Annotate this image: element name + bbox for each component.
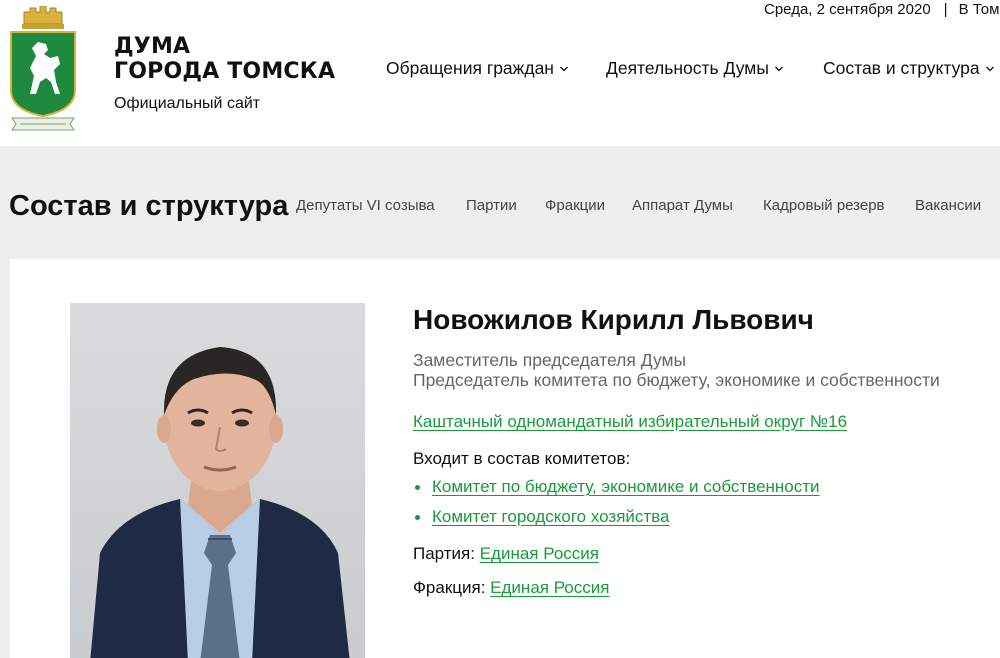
person-name: Новожилов Кирилл Львович <box>413 304 814 335</box>
main-nav: Обращения граждан Деятельность Думы Сост… <box>0 58 1000 82</box>
role-deputy-chair: Заместитель председателя Думы <box>413 350 687 370</box>
top-info-line: Среда, 2 сентября 2020 | В Том <box>764 1 999 18</box>
portrait-image <box>70 303 365 658</box>
chevron-down-icon <box>774 66 783 71</box>
list-item: Комитет по бюджету, экономике и собствен… <box>413 477 1000 497</box>
brand-title-line1: ДУМА <box>114 34 191 59</box>
bullet-dot-icon <box>415 514 420 520</box>
nav-item-label: Деятельность Думы <box>606 58 769 78</box>
nav-item-label: Состав и структура <box>823 58 980 78</box>
current-date: Среда, 2 сентября 2020 <box>764 1 931 18</box>
party-link[interactable]: Единая Россия <box>480 544 599 563</box>
subnav-item-reserve[interactable]: Кадровый резерв <box>763 197 885 214</box>
subnav-item-parties[interactable]: Партии <box>466 197 517 214</box>
subnav-item-vacancies[interactable]: Вакансии <box>915 197 981 214</box>
committee-link-city-economy[interactable]: Комитет городского хозяйства <box>432 507 670 527</box>
brand-subtitle: Официальный сайт <box>114 95 261 112</box>
committees-list: Комитет по бюджету, экономике и собствен… <box>413 477 1000 527</box>
nav-item-structure[interactable]: Состав и структура <box>823 58 995 79</box>
city-link[interactable]: В Том <box>959 1 1000 18</box>
fraction-link[interactable]: Единая Россия <box>490 578 609 597</box>
nav-item-activity[interactable]: Деятельность Думы <box>606 58 784 79</box>
nav-item-appeals[interactable]: Обращения граждан <box>386 58 569 79</box>
fraction-label: Фракция: <box>413 578 486 597</box>
party-label: Партия: <box>413 544 475 563</box>
chevron-down-icon <box>985 66 994 71</box>
deputy-photo <box>70 303 365 658</box>
committee-link-budget[interactable]: Комитет по бюджету, экономике и собствен… <box>432 477 820 497</box>
nav-item-label: Обращения граждан <box>386 58 554 78</box>
bullet-dot-icon <box>415 484 420 490</box>
chevron-down-icon <box>560 66 568 71</box>
profile-info: Новожилов Кирилл Львович Заместитель пре… <box>413 303 1000 598</box>
district-link[interactable]: Каштачный одномандатный избирательный ок… <box>413 412 847 432</box>
divider: | <box>943 1 948 18</box>
site-header: ДУМА ГОРОДА ТОМСКА Официальный сайт Сред… <box>0 0 1000 146</box>
fraction-row: Фракция: Единая Россия <box>413 578 1000 598</box>
subnav-item-apparatus[interactable]: Аппарат Думы <box>632 197 733 214</box>
list-item: Комитет городского хозяйства <box>413 507 1000 527</box>
page-title: Состав и структура <box>9 190 289 222</box>
committees-label: Входит в состав комитетов: <box>413 449 631 468</box>
party-row: Партия: Единая Россия <box>413 544 1000 564</box>
role-committee-chair: Председатель комитета по бюджету, эконом… <box>413 370 940 390</box>
subnav-item-fractions[interactable]: Фракции <box>545 197 605 214</box>
subnav-item-deputies[interactable]: Депутаты VI созыва <box>296 197 435 214</box>
profile-card: Новожилов Кирилл Львович Заместитель пре… <box>10 259 1000 658</box>
